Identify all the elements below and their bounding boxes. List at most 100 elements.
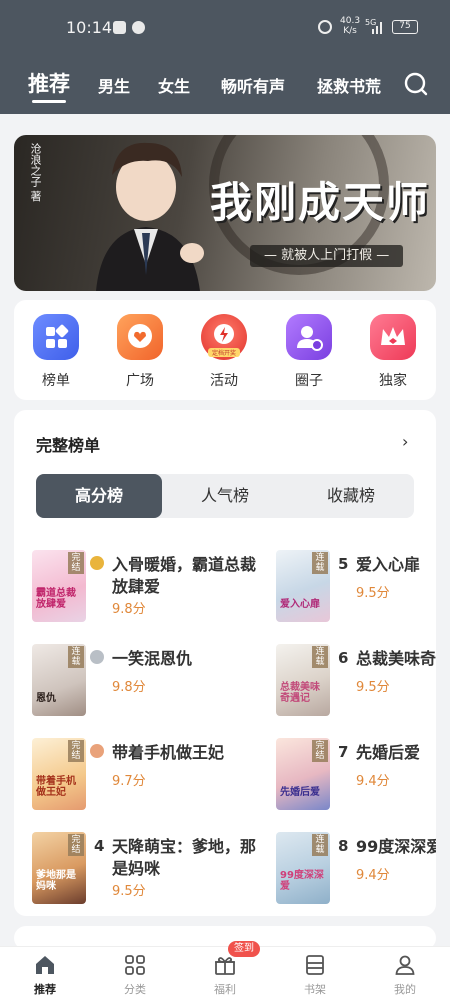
status-badge: 连载 bbox=[312, 834, 328, 856]
promo-banner[interactable]: 沧浪之子 著 我刚成天师 — 就被人上门打假 — bbox=[14, 135, 436, 291]
quick-nav-label: 独家 bbox=[379, 373, 407, 389]
status-badge: 连载 bbox=[312, 552, 328, 574]
book-item[interactable]: 连载 总裁美味奇遇记 6 总裁美味奇 9.5分 bbox=[276, 644, 436, 724]
bottom-nav-label: 分类 bbox=[124, 983, 146, 996]
book-item[interactable]: 完结 先婚后爱 7 先婚后爱 9.4分 bbox=[276, 738, 436, 818]
home-icon bbox=[36, 956, 54, 974]
quick-nav-label: 广场 bbox=[126, 373, 154, 389]
tab-popularity[interactable]: 人气榜 bbox=[162, 474, 288, 518]
banner-character-illustration bbox=[96, 142, 204, 291]
book-item[interactable]: 完结 带着手机做王妃 带着手机做王妃 9.7分 bbox=[32, 738, 232, 818]
tab-recommend[interactable]: 推荐 bbox=[28, 68, 70, 98]
bottom-nav-bookshelf[interactable]: 书架 bbox=[285, 953, 345, 997]
bottom-nav-label: 书架 bbox=[304, 983, 326, 996]
grid-icon bbox=[33, 314, 79, 360]
banner-author: 沧浪之子 著 bbox=[28, 143, 42, 202]
book-score: 9.4分 bbox=[356, 868, 390, 883]
gift-clock-icon: 定档开奖 bbox=[201, 314, 247, 360]
banner-author-suffix: 著 bbox=[29, 190, 42, 202]
book-cover: 完结 带着手机做王妃 bbox=[32, 738, 86, 810]
tab-high-score[interactable]: 高分榜 bbox=[36, 474, 162, 518]
bottom-nav: 推荐 分类 福利 签到 书架 我的 bbox=[0, 941, 450, 1000]
speed-unit: K/s bbox=[343, 26, 357, 36]
chevron-right-icon[interactable]: › bbox=[402, 432, 408, 451]
book-cover: 完结 霸道总裁放肆爱 bbox=[32, 550, 86, 622]
alarm-icon bbox=[318, 20, 332, 34]
status-badge: 完结 bbox=[68, 834, 84, 856]
active-tab-indicator bbox=[32, 100, 66, 103]
bottom-nav-label: 我的 bbox=[394, 983, 416, 996]
tab-book-rescue[interactable]: 拯救书荒 bbox=[317, 73, 381, 97]
bottom-nav-welfare[interactable]: 福利 bbox=[195, 953, 255, 997]
book-title: 入骨暖婚，霸道总裁放肆爱 bbox=[112, 555, 257, 596]
book-item[interactable]: 连载 爱入心扉 5 爱入心扉 9.5分 bbox=[276, 550, 436, 630]
bookshelf-icon bbox=[306, 955, 324, 975]
book-cover: 连载 99度深深爱 bbox=[276, 832, 330, 904]
tab-male[interactable]: 男生 bbox=[98, 73, 130, 97]
book-title: 天降萌宝：爹地，那是妈咪 bbox=[112, 837, 257, 878]
book-cover: 完结 先婚后爱 bbox=[276, 738, 330, 810]
category-icon bbox=[125, 955, 145, 975]
book-title: 总裁美味奇 bbox=[356, 649, 436, 668]
book-score: 9.5分 bbox=[112, 884, 146, 899]
top-header: 10:14 40.3 K/s 5G 75 推荐 男生 女生 畅听有声 拯救书荒 bbox=[0, 0, 450, 114]
banner-title: 我刚成天师 bbox=[210, 178, 431, 227]
profile-icon bbox=[395, 955, 415, 975]
rank-number: 8 bbox=[338, 837, 349, 855]
checkin-badge: 签到 bbox=[228, 941, 260, 957]
book-cover: 连载 总裁美味奇遇记 bbox=[276, 644, 330, 716]
user-circle-icon bbox=[286, 314, 332, 360]
cover-title: 总裁美味奇遇记 bbox=[280, 682, 320, 704]
book-title: 先婚后爱 bbox=[356, 743, 421, 762]
book-score: 9.4分 bbox=[356, 774, 390, 789]
cover-title: 99度深深爱 bbox=[280, 870, 324, 892]
status-badge: 连载 bbox=[68, 646, 84, 668]
gold-medal-icon bbox=[90, 556, 104, 570]
status-bar: 10:14 40.3 K/s 5G 75 bbox=[0, 0, 450, 56]
top-tabs: 推荐 男生 女生 畅听有声 拯救书荒 bbox=[0, 64, 450, 104]
book-title: 带着手机做王妃 bbox=[112, 743, 225, 762]
bottom-nav-category[interactable]: 分类 bbox=[105, 953, 165, 997]
tab-female[interactable]: 女生 bbox=[158, 73, 190, 97]
quick-nav-label: 活动 bbox=[210, 373, 238, 389]
ranking-tabs: 高分榜 人气榜 收藏榜 bbox=[36, 474, 414, 518]
book-item[interactable]: 完结 爹地那是妈咪 4 天降萌宝：爹地，那是妈咪 9.5分 bbox=[32, 832, 256, 912]
banner-subtitle: — 就被人上门打假 — bbox=[250, 245, 404, 267]
book-item[interactable]: 完结 霸道总裁放肆爱 入骨暖婚，霸道总裁放肆爱 9.8分 bbox=[32, 550, 256, 630]
bottom-nav-label: 推荐 bbox=[34, 983, 56, 996]
rank-number: 7 bbox=[338, 743, 349, 761]
cover-title: 霸道总裁放肆爱 bbox=[36, 588, 76, 610]
svg-text:定档开奖: 定档开奖 bbox=[212, 349, 236, 357]
silver-medal-icon bbox=[90, 650, 104, 664]
quick-nav-events[interactable]: 定档开奖 活动 bbox=[194, 314, 254, 390]
book-title: 99度深深爱 bbox=[356, 837, 436, 856]
tab-favorites[interactable]: 收藏榜 bbox=[288, 474, 414, 518]
quick-nav-ranking[interactable]: 榜单 bbox=[26, 314, 86, 390]
search-icon[interactable] bbox=[404, 72, 428, 96]
book-score: 9.8分 bbox=[112, 602, 146, 617]
cover-title: 先婚后爱 bbox=[280, 787, 320, 798]
network-speed: 40.3 K/s bbox=[340, 16, 360, 36]
book-score: 9.5分 bbox=[356, 586, 390, 601]
status-time: 10:14 bbox=[66, 18, 113, 37]
quick-nav-square[interactable]: 广场 bbox=[110, 314, 170, 390]
speed-value: 40.3 bbox=[340, 16, 361, 26]
book-item[interactable]: 连载 恩仇 一笑泯恩仇 9.8分 bbox=[32, 644, 232, 724]
cover-title: 带着手机做王妃 bbox=[36, 776, 76, 798]
cover-title: 爹地那是妈咪 bbox=[36, 870, 76, 892]
banner-author-name: 沧浪之子 bbox=[29, 143, 42, 187]
status-badge: 连载 bbox=[312, 646, 328, 668]
quick-nav-circle[interactable]: 圈子 bbox=[279, 314, 339, 390]
book-score: 9.7分 bbox=[112, 774, 146, 789]
bottom-nav-home[interactable]: 推荐 bbox=[15, 953, 75, 997]
quick-nav-exclusive[interactable]: 独家 bbox=[363, 314, 423, 390]
cover-title: 恩仇 bbox=[36, 693, 56, 704]
ranking-title: 完整榜单 bbox=[36, 436, 101, 455]
cover-title: 爱入心扉 bbox=[280, 599, 320, 610]
tab-audio[interactable]: 畅听有声 bbox=[221, 73, 285, 97]
book-score: 9.5分 bbox=[356, 680, 390, 695]
quick-nav-label: 圈子 bbox=[295, 373, 323, 389]
ranking-card: 完整榜单 › 高分榜 人气榜 收藏榜 完结 霸道总裁放肆爱 入骨暖婚，霸道总裁放… bbox=[14, 410, 436, 916]
book-item[interactable]: 连载 99度深深爱 8 99度深深爱 9.4分 bbox=[276, 832, 436, 912]
bottom-nav-profile[interactable]: 我的 bbox=[375, 953, 435, 997]
